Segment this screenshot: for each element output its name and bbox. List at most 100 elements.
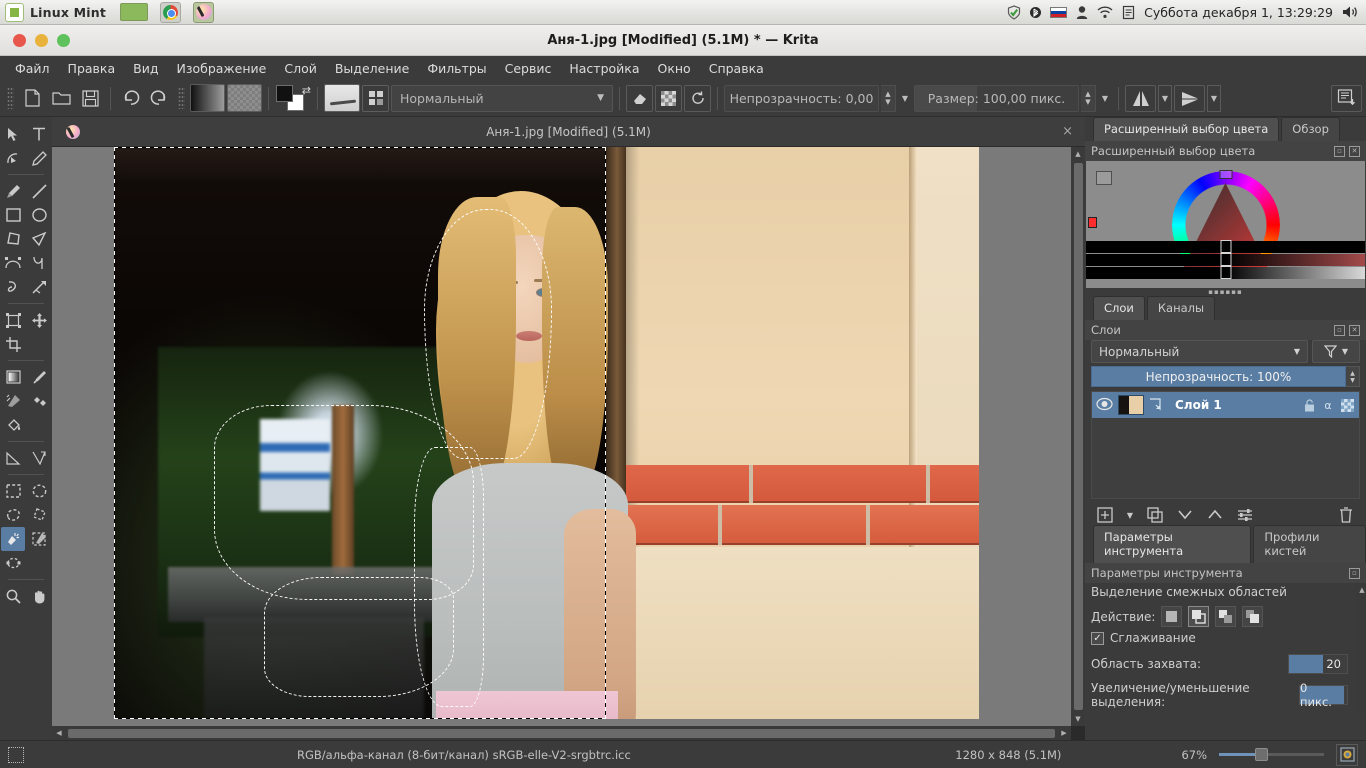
layer-thumbnail[interactable]: [1118, 395, 1144, 415]
foreground-color-swatch[interactable]: [276, 85, 293, 102]
tool-crop[interactable]: [1, 332, 25, 356]
taskbar-chrome-icon[interactable]: [160, 1, 182, 23]
canvas-vertical-scrollbar[interactable]: ▲ ▼: [1071, 147, 1085, 726]
pattern-swatch[interactable]: [227, 84, 262, 112]
layer-name[interactable]: Слой 1: [1167, 398, 1296, 412]
redo-icon[interactable]: [146, 85, 173, 112]
hue-ring-marker[interactable]: [1219, 170, 1232, 179]
tool-dynamic-brush[interactable]: [1, 275, 25, 299]
system-clock[interactable]: Суббота декабря 1, 13:29:29: [1144, 5, 1333, 20]
move-layer-down-button[interactable]: [1175, 505, 1195, 525]
tab-channels[interactable]: Каналы: [1146, 296, 1216, 320]
shade-handle-1[interactable]: [1220, 240, 1231, 253]
flag-ru-icon[interactable]: [1050, 6, 1068, 18]
mirror-horizontal-icon[interactable]: [1125, 84, 1156, 112]
tab-layers[interactable]: Слои: [1093, 296, 1145, 320]
gradient-swatch[interactable]: [190, 84, 225, 112]
v-scroll-thumb[interactable]: [1073, 163, 1083, 710]
action-add[interactable]: [1215, 606, 1237, 627]
float-dock-icon[interactable]: ▫: [1334, 145, 1345, 157]
menu-edit[interactable]: Правка: [59, 58, 125, 79]
h-scroll-thumb[interactable]: [68, 728, 1055, 738]
tool-select-shapes[interactable]: [1, 122, 25, 146]
tool-bezier-select[interactable]: [1, 551, 25, 575]
blend-mode-combo[interactable]: Нормальный ▼: [391, 84, 613, 112]
tool-ellipse[interactable]: [27, 203, 51, 227]
antialias-checkbox[interactable]: ✓: [1091, 631, 1104, 645]
delete-layer-button[interactable]: [1336, 505, 1356, 525]
toolbar-grip[interactable]: [7, 87, 14, 109]
tool-rect-select[interactable]: [1, 479, 25, 503]
eye-icon[interactable]: [1096, 396, 1113, 415]
zoom-level-label[interactable]: 67%: [1181, 748, 1207, 762]
tool-measure[interactable]: [1, 446, 25, 470]
scroll-left-icon[interactable]: ◀: [52, 726, 66, 740]
tool-contiguous-select[interactable]: [1, 527, 25, 551]
tool-move[interactable]: [27, 308, 51, 332]
toolbar-grip-2[interactable]: [178, 87, 185, 109]
tool-edit-shapes[interactable]: [1, 146, 25, 170]
menu-settings[interactable]: Настройка: [560, 58, 648, 79]
advanced-color-selector[interactable]: [1086, 161, 1365, 288]
tab-advanced-color-selector[interactable]: Расширенный выбор цвета: [1093, 117, 1280, 141]
tool-line[interactable]: [27, 179, 51, 203]
tool-zoom[interactable]: [1, 584, 25, 608]
alpha-lock-icon[interactable]: [1339, 396, 1355, 414]
workspace-chooser-icon[interactable]: [1331, 84, 1362, 112]
tool-fill[interactable]: [1, 413, 25, 437]
taskbar-krita-icon[interactable]: [193, 1, 215, 23]
canvas-horizontal-scrollbar[interactable]: ◀ ▶: [52, 726, 1071, 740]
float-dock-icon-tool-options[interactable]: ▫: [1349, 567, 1360, 579]
menu-select[interactable]: Выделение: [326, 58, 418, 79]
action-replace[interactable]: [1161, 606, 1183, 627]
new-document-icon[interactable]: [19, 85, 46, 112]
layer-blend-mode-combo[interactable]: Нормальный ▼: [1091, 340, 1308, 363]
menu-layer[interactable]: Слой: [275, 58, 326, 79]
tool-freehand-path[interactable]: [27, 251, 51, 275]
tool-polyline[interactable]: [27, 227, 51, 251]
mirror-v-caret[interactable]: ▼: [1207, 84, 1221, 112]
opacity-options-caret[interactable]: ▼: [898, 85, 912, 112]
image-canvas[interactable]: [114, 147, 979, 719]
canvas-viewport[interactable]: [52, 147, 1071, 726]
tool-ellipse-select[interactable]: [27, 479, 51, 503]
shade-handle-3[interactable]: [1220, 266, 1231, 279]
scroll-down-icon[interactable]: ▼: [1071, 712, 1085, 726]
foreground-background-swatch[interactable]: ⇄: [275, 84, 311, 112]
document-tab-title[interactable]: Аня-1.jpg [Modified] (5.1M): [52, 125, 1085, 139]
tool-pan[interactable]: [27, 584, 51, 608]
opacity-spinner[interactable]: ▲ ▼: [881, 84, 896, 112]
layer-filter-button[interactable]: ▼: [1312, 340, 1360, 363]
shade-slider-2[interactable]: [1086, 253, 1365, 266]
menu-filters[interactable]: Фильтры: [418, 58, 495, 79]
tool-multibrush[interactable]: [27, 275, 51, 299]
tool-freehand-select[interactable]: [1, 503, 25, 527]
bluetooth-icon[interactable]: [1030, 5, 1042, 20]
selection-mask-icon[interactable]: [8, 746, 24, 763]
size-slider[interactable]: Размер: 100,00 пикс.: [914, 84, 1079, 112]
mirror-vertical-icon[interactable]: [1174, 84, 1205, 112]
tab-tool-options[interactable]: Параметры инструмента: [1093, 525, 1252, 563]
shade-handle-2[interactable]: [1220, 253, 1231, 266]
size-spinner[interactable]: ▲ ▼: [1081, 84, 1096, 112]
tool-bezier-curve[interactable]: [1, 251, 25, 275]
eraser-icon[interactable]: [626, 84, 653, 112]
tool-polygon-select[interactable]: [27, 503, 51, 527]
shield-icon[interactable]: [1007, 4, 1021, 20]
layer-opacity-slider[interactable]: Непрозрачность: 100%: [1091, 366, 1346, 387]
move-layer-up-button[interactable]: [1205, 505, 1225, 525]
tool-color-picker[interactable]: [27, 365, 51, 389]
undo-icon[interactable]: [117, 85, 144, 112]
fuzziness-input[interactable]: 20: [1288, 654, 1348, 674]
scroll-right-icon[interactable]: ▶: [1057, 726, 1071, 740]
wifi-icon[interactable]: [1097, 5, 1113, 19]
tool-freehand-brush[interactable]: [1, 179, 25, 203]
tool-calligraphy[interactable]: [27, 146, 51, 170]
dock-splitter-1[interactable]: ▪▪▪▪▪▪: [1085, 288, 1366, 296]
tool-smart-patch[interactable]: [27, 389, 51, 413]
hue-ring-marker-2[interactable]: [1088, 217, 1097, 228]
close-dock-icon[interactable]: ✕: [1349, 145, 1360, 157]
mint-menu-icon[interactable]: [5, 2, 24, 22]
layer-list[interactable]: Слой 1 α: [1091, 391, 1360, 499]
grow-shrink-input[interactable]: 0 пикс.: [1299, 681, 1348, 709]
